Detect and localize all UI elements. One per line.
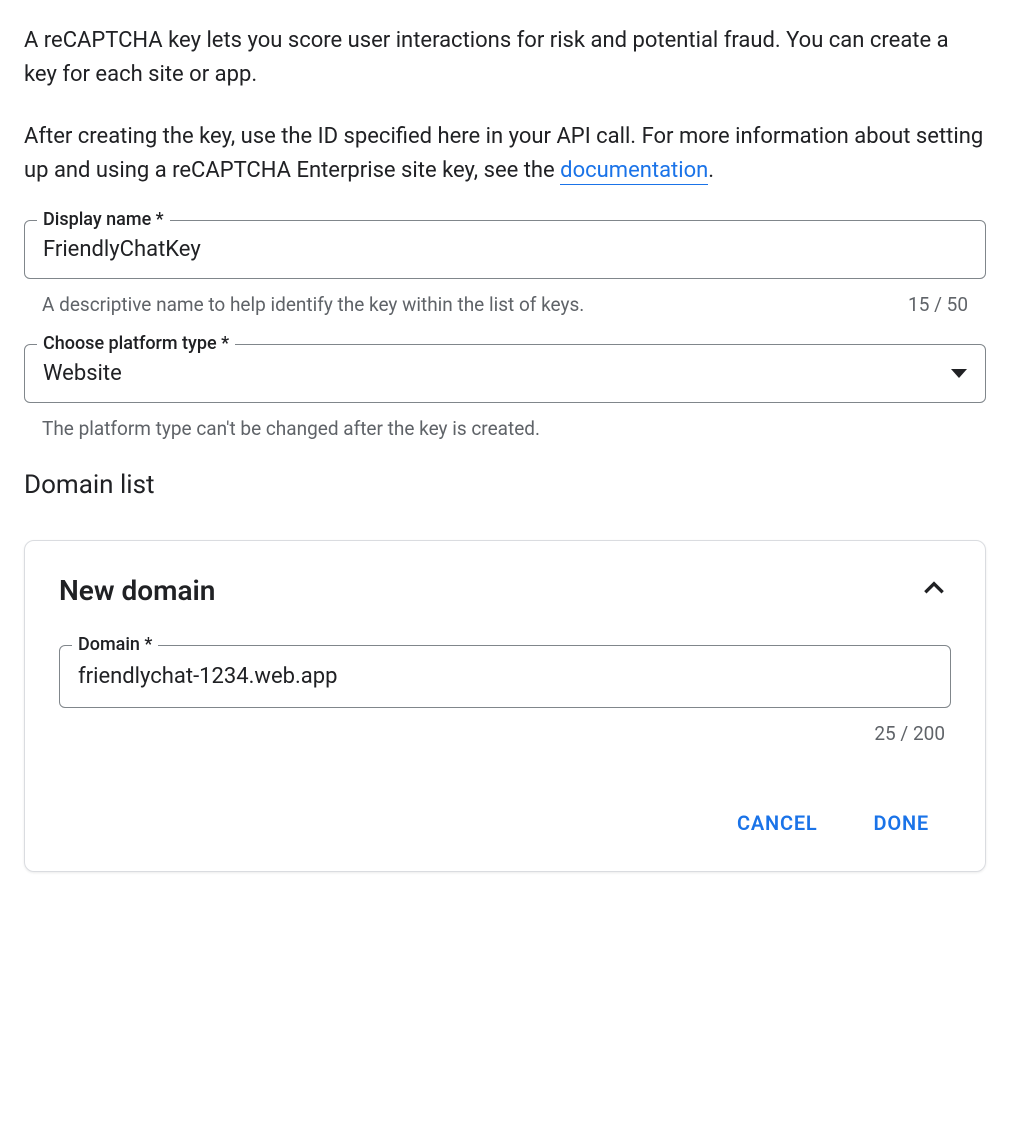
- intro-text: A reCAPTCHA key lets you score user inte…: [24, 24, 986, 188]
- domain-field: Domain *: [59, 645, 951, 708]
- display-name-helper-row: A descriptive name to help identify the …: [24, 293, 986, 316]
- platform-field-wrapper: Choose platform type * Website The platf…: [24, 344, 986, 440]
- display-name-field-wrapper: Display name * A descriptive name to hel…: [24, 220, 986, 316]
- caret-down-icon: [951, 369, 967, 378]
- platform-value: Website: [43, 361, 122, 386]
- new-domain-title: New domain: [59, 574, 215, 607]
- new-domain-card: New domain Domain * 25 / 200 CANCEL DONE: [24, 540, 986, 872]
- platform-label: Choose platform type *: [37, 333, 235, 354]
- intro-paragraph-1: A reCAPTCHA key lets you score user inte…: [24, 24, 986, 92]
- chevron-up-icon[interactable]: [917, 571, 951, 609]
- intro-paragraph-2: After creating the key, use the ID speci…: [24, 120, 986, 188]
- cancel-button[interactable]: CANCEL: [733, 803, 822, 843]
- display-name-helper: A descriptive name to help identify the …: [42, 293, 584, 316]
- platform-select[interactable]: Choose platform type * Website: [24, 344, 986, 403]
- new-domain-actions: CANCEL DONE: [59, 803, 951, 843]
- domain-list-title: Domain list: [24, 470, 986, 500]
- domain-counter: 25 / 200: [59, 722, 951, 745]
- new-domain-header: New domain: [59, 571, 951, 609]
- documentation-link[interactable]: documentation: [560, 158, 708, 185]
- display-name-label: Display name *: [37, 209, 170, 230]
- platform-helper-row: The platform type can't be changed after…: [24, 417, 986, 440]
- display-name-field: Display name *: [24, 220, 986, 279]
- domain-input[interactable]: [78, 664, 932, 689]
- platform-helper: The platform type can't be changed after…: [42, 417, 540, 440]
- display-name-counter: 15 / 50: [908, 293, 968, 316]
- domain-label: Domain *: [72, 634, 158, 655]
- display-name-input[interactable]: [43, 237, 967, 262]
- done-button[interactable]: DONE: [870, 803, 933, 843]
